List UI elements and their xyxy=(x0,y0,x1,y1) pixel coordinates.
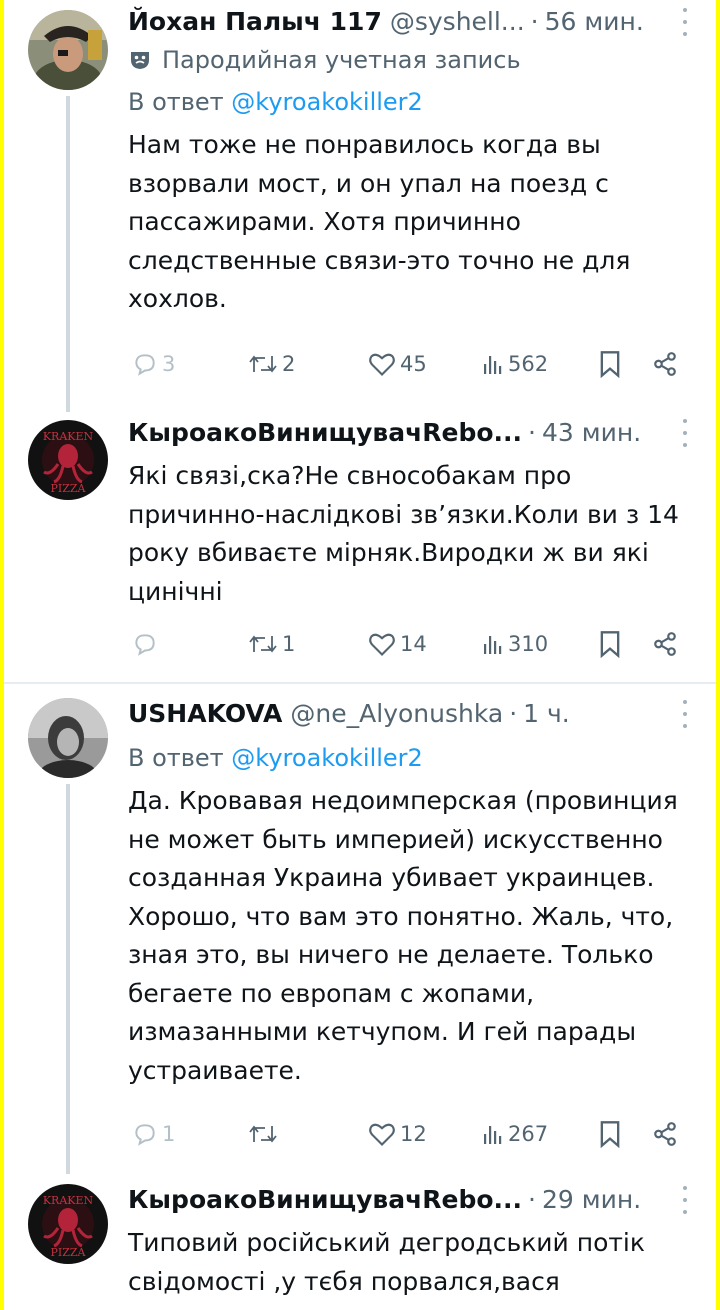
timestamp[interactable]: 1 ч. xyxy=(523,694,570,734)
author-name[interactable]: КыроакоВинищувачRebo... xyxy=(128,413,522,453)
timestamp[interactable]: 43 мин. xyxy=(542,413,641,453)
reply-button[interactable]: 1 xyxy=(132,1121,175,1147)
reply-mention-link[interactable]: @kyroakokiller2 xyxy=(231,744,423,772)
retweet-button[interactable]: 1 xyxy=(248,631,295,657)
bookmark-button[interactable] xyxy=(598,1120,622,1148)
heart-icon xyxy=(369,633,395,656)
timestamp[interactable]: 56 мин. xyxy=(545,2,644,42)
more-options-icon[interactable] xyxy=(680,419,690,447)
reply-button[interactable] xyxy=(132,631,162,657)
theater-mask-icon xyxy=(131,52,149,69)
retweet-button[interactable]: 2 xyxy=(248,351,295,377)
tweet-actions: 1 14 310 xyxy=(4,624,716,664)
avatar-bottom-text: PIZZA xyxy=(51,1246,87,1259)
tweet-text: Нам тоже не понравилось когда вы взорвал… xyxy=(128,130,631,313)
tweet-actions: 3 2 45 562 xyxy=(4,344,716,384)
avatar[interactable] xyxy=(28,698,108,778)
separator-dot: · xyxy=(530,7,539,36)
reply-count: 3 xyxy=(162,352,176,376)
bookmark-icon xyxy=(600,351,620,378)
reply-prefix: В ответ xyxy=(128,744,224,772)
views-icon xyxy=(484,356,502,374)
share-icon xyxy=(654,632,676,656)
author-name[interactable]: КыроакоВинищувачRebo... xyxy=(128,1180,522,1220)
retweet-icon xyxy=(249,355,277,373)
author-name[interactable]: USHAKOVA xyxy=(128,694,282,734)
bookmark-button[interactable] xyxy=(598,350,622,378)
separator-dot: · xyxy=(528,418,536,447)
avatar[interactable]: KRAKEN PIZZA xyxy=(28,1184,108,1264)
timeline: Йохан Палыч 117 @syshell... · 56 мин. Па… xyxy=(4,0,716,1310)
share-icon xyxy=(654,1122,676,1146)
more-options-icon[interactable] xyxy=(680,1186,690,1214)
author-handle[interactable]: @ne_Alyonushka xyxy=(290,694,503,734)
retweet-count: 2 xyxy=(282,352,296,376)
bookmark-button[interactable] xyxy=(598,630,622,658)
heart-icon xyxy=(369,353,395,376)
kraken-pizza-avatar-icon: KRAKEN PIZZA xyxy=(28,420,108,500)
views-icon xyxy=(484,636,502,654)
views-icon xyxy=(484,1126,502,1144)
reply-count: 1 xyxy=(162,1122,176,1146)
like-button[interactable]: 12 xyxy=(368,1121,427,1147)
retweet-icon xyxy=(249,1125,277,1143)
separator-dot: · xyxy=(509,699,518,728)
bookmark-icon xyxy=(600,1121,620,1148)
comment-icon xyxy=(135,1124,155,1146)
avatar-top-text: KRAKEN xyxy=(43,430,94,443)
author-name[interactable]: Йохан Палыч 117 xyxy=(128,2,382,42)
reply-button[interactable]: 3 xyxy=(132,351,175,377)
view-count: 310 xyxy=(508,632,549,656)
tweet[interactable]: KRAKEN PIZZA КыроакоВинищувачRebo... · 2… xyxy=(4,1174,716,1310)
avatar[interactable]: KRAKEN PIZZA xyxy=(28,420,108,500)
avatar[interactable] xyxy=(28,10,108,90)
like-count: 14 xyxy=(400,632,427,656)
tweet-text: Типовий російський дегродський потік сві… xyxy=(128,1228,645,1296)
parody-label-text: Пародийная учетная запись xyxy=(162,46,521,74)
view-count: 562 xyxy=(508,352,549,376)
retweet-icon xyxy=(249,635,277,653)
like-count: 12 xyxy=(400,1122,427,1146)
share-button[interactable] xyxy=(652,631,678,657)
tweet-actions: 1 12 267 xyxy=(4,1114,716,1154)
parody-label: Пародийная учетная запись xyxy=(128,42,700,78)
tweet-text: Які связі,ска?Не свнособакам про причинн… xyxy=(128,461,679,606)
comment-icon xyxy=(135,634,155,656)
retweet-button[interactable] xyxy=(248,1121,282,1147)
reply-context: В ответ @kyroakokiller2 xyxy=(128,82,700,122)
more-options-icon[interactable] xyxy=(680,700,690,728)
separator-dot: · xyxy=(528,1185,536,1214)
heart-icon xyxy=(369,1123,395,1146)
like-button[interactable]: 14 xyxy=(368,631,427,657)
author-handle[interactable]: @syshell... xyxy=(390,2,525,42)
share-button[interactable] xyxy=(652,351,678,377)
comment-icon xyxy=(135,354,155,376)
like-count: 45 xyxy=(400,352,427,376)
views-button[interactable]: 310 xyxy=(482,631,548,657)
share-button[interactable] xyxy=(652,1121,678,1147)
tweet[interactable]: Йохан Палыч 117 @syshell... · 56 мин. Па… xyxy=(4,0,716,412)
reply-prefix: В ответ xyxy=(128,88,224,116)
view-count: 267 xyxy=(508,1122,549,1146)
reply-context: В ответ @kyroakokiller2 xyxy=(128,738,700,778)
bookmark-icon xyxy=(600,631,620,658)
reply-mention-link[interactable]: @kyroakokiller2 xyxy=(231,88,423,116)
like-button[interactable]: 45 xyxy=(368,351,427,377)
views-button[interactable]: 562 xyxy=(482,351,548,377)
pirate-avatar-icon xyxy=(28,10,108,90)
avatar-bottom-text: PIZZA xyxy=(51,482,87,495)
kraken-pizza-avatar-icon: KRAKEN PIZZA xyxy=(28,1184,108,1264)
views-button[interactable]: 267 xyxy=(482,1121,548,1147)
more-options-icon[interactable] xyxy=(680,8,690,36)
timestamp[interactable]: 29 мин. xyxy=(542,1180,641,1220)
share-icon xyxy=(654,352,676,376)
tweet[interactable]: USHAKOVA @ne_Alyonushka · 1 ч. В ответ @… xyxy=(4,684,716,1174)
tweet[interactable]: KRAKEN PIZZA КыроакоВинищувачRebo... · 4… xyxy=(4,410,716,682)
tweet-text: Да. Кровавая недоимперская (провинция не… xyxy=(128,786,678,1085)
retweet-count: 1 xyxy=(282,632,296,656)
avatar-top-text: KRAKEN xyxy=(43,1194,94,1207)
grayscale-photo-avatar-icon xyxy=(28,698,108,778)
